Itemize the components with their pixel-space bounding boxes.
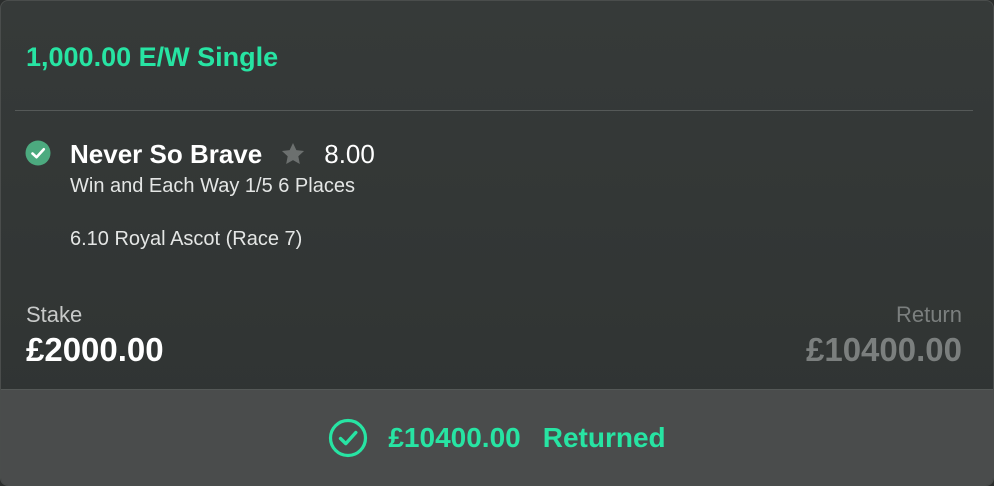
divider <box>15 110 973 111</box>
stake-label: Stake <box>26 302 83 327</box>
check-circle-icon <box>25 140 51 166</box>
bet-card: 1,000.00 E/W Single Never So Brave 8.00 … <box>0 0 994 486</box>
check-circle-outline-icon <box>329 418 368 458</box>
returned-status: Returned <box>542 422 666 453</box>
selection-name: Never So Brave <box>70 138 263 169</box>
stake-value: £2000.00 <box>26 331 164 368</box>
returned-amount: £10400.00 <box>388 422 521 453</box>
result-banner: £10400.00 Returned <box>1 390 993 485</box>
result-footer: £10400.00 Returned <box>1 389 993 485</box>
return-label: Return <box>895 302 962 327</box>
odds-value: 8.00 <box>324 138 375 169</box>
market-description: Win and Each Way 1/5 6 Places <box>70 175 355 197</box>
event-name: 6.10 Royal Ascot (Race 7) <box>70 228 303 250</box>
selection-row: Never So Brave 8.00 <box>70 137 375 171</box>
return-value: £10400.00 <box>806 331 962 368</box>
bet-title: 1,000.00 E/W Single <box>26 42 279 72</box>
star-icon[interactable] <box>280 141 306 167</box>
